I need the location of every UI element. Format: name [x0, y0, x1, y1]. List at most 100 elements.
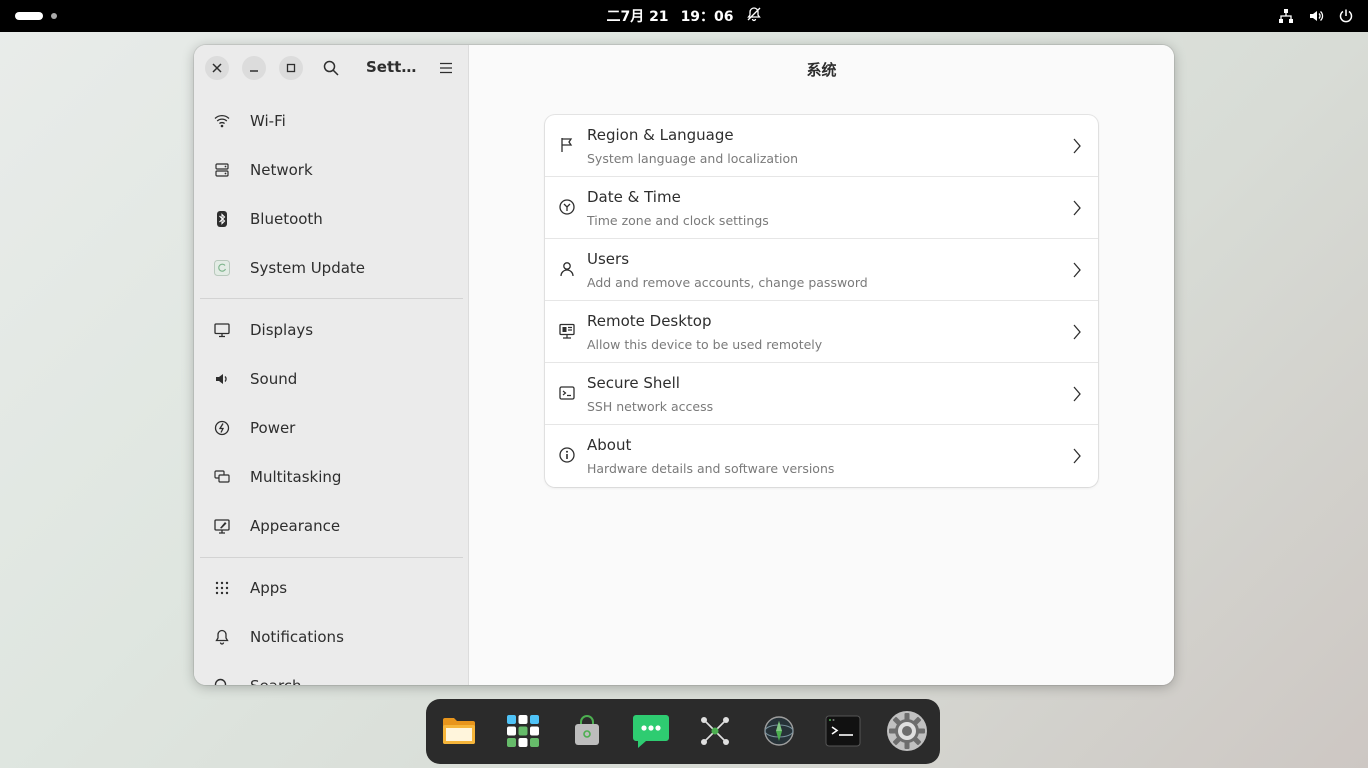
hamburger-menu-icon	[440, 62, 452, 74]
dock	[426, 699, 940, 764]
row-title: Date & Time	[587, 188, 681, 206]
bluetooth-icon	[210, 207, 234, 231]
system-tray[interactable]	[1278, 0, 1354, 32]
sidebar-item-wifi[interactable]: Wi-Fi	[202, 99, 462, 143]
flag-icon	[557, 135, 577, 155]
chevron-right-icon	[1073, 138, 1081, 154]
sidebar-item-label: Notifications	[250, 628, 344, 646]
search-button[interactable]	[320, 57, 342, 79]
volume-icon[interactable]	[1308, 8, 1324, 24]
network-graph-app-icon[interactable]	[691, 707, 739, 755]
close-icon	[212, 63, 222, 73]
row-title: Remote Desktop	[587, 312, 712, 330]
sidebar-item-label: Appearance	[250, 517, 341, 535]
sidebar-item-sound[interactable]: Sound	[202, 357, 462, 401]
maximize-button[interactable]	[279, 56, 303, 80]
sidebar-item-label: Search	[250, 677, 302, 685]
row-subtitle: SSH network access	[587, 399, 714, 414]
row-subtitle: Time zone and clock settings	[587, 213, 769, 228]
power-icon[interactable]	[1338, 8, 1354, 24]
settings-gear-icon[interactable]	[883, 707, 931, 755]
bell-icon	[210, 625, 234, 649]
sidebar-item-power[interactable]: Power	[202, 406, 462, 450]
sidebar-item-label: Apps	[250, 579, 288, 597]
row-title: Users	[587, 250, 630, 268]
minimize-icon	[250, 70, 258, 72]
clock[interactable]: 二7月 21 19：06	[0, 0, 1368, 32]
sidebar-item-bluetooth[interactable]: Bluetooth	[202, 197, 462, 241]
sidebar-item-notifications[interactable]: Notifications	[202, 615, 462, 659]
sidebar-item-label: Displays	[250, 321, 314, 339]
sidebar-separator	[200, 557, 463, 558]
row-subtitle: System language and localization	[587, 151, 799, 166]
app-grid-icon[interactable]	[499, 707, 547, 755]
search-icon	[210, 674, 234, 685]
search-icon	[323, 60, 339, 76]
workspace-dot	[51, 13, 57, 19]
speaker-icon	[210, 367, 234, 391]
chevron-right-icon	[1073, 200, 1081, 216]
display-icon	[210, 318, 234, 342]
chevron-right-icon	[1073, 386, 1081, 402]
sidebar-item-label: Sound	[250, 370, 298, 388]
sidebar-item-label: Network	[250, 161, 313, 179]
sidebar-item-appearance[interactable]: Appearance	[202, 504, 462, 548]
sidebar-item-label: Wi-Fi	[250, 112, 286, 130]
sidebar-item-displays[interactable]: Displays	[202, 308, 462, 352]
network-icon[interactable]	[1278, 8, 1294, 24]
clock-time: 19：06	[680, 9, 734, 25]
clock-date: 二7月 21	[606, 9, 669, 25]
sidebar-header: Sett…	[194, 45, 468, 91]
files-app-icon[interactable]	[435, 707, 483, 755]
sidebar-separator	[200, 298, 463, 299]
close-button[interactable]	[205, 56, 229, 80]
sidebar-item-label: Bluetooth	[250, 210, 323, 228]
settings-window: Sett… Wi-Fi Network Bluetooth System Upd…	[194, 45, 1174, 685]
maximize-icon	[286, 63, 296, 73]
activities-indicator[interactable]	[15, 12, 57, 20]
system-update-icon	[210, 256, 234, 280]
sidebar-item-label: System Update	[250, 259, 366, 277]
content-pane: 系统 Region & Language System language and…	[469, 45, 1174, 685]
remote-desktop-icon	[557, 321, 577, 341]
row-subtitle: Allow this device to be used remotely	[587, 337, 823, 352]
row-about[interactable]: About Hardware details and software vers…	[545, 425, 1098, 487]
row-subtitle: Hardware details and software versions	[587, 461, 835, 476]
row-remote-desktop[interactable]: Remote Desktop Allow this device to be u…	[545, 301, 1098, 363]
apps-grid-icon	[210, 576, 234, 600]
sidebar-item-search[interactable]: Search	[202, 664, 462, 685]
user-icon	[557, 259, 577, 279]
sidebar-item-label: Power	[250, 419, 296, 437]
sidebar-item-system-update[interactable]: System Update	[202, 246, 462, 290]
sidebar-item-multitasking[interactable]: Multitasking	[202, 455, 462, 499]
terminal-app-icon[interactable]	[819, 707, 867, 755]
chat-app-icon[interactable]	[627, 707, 675, 755]
minimize-button[interactable]	[242, 56, 266, 80]
software-store-icon[interactable]	[563, 707, 611, 755]
workspace-active-pill	[15, 12, 43, 20]
sidebar-title: Sett…	[366, 58, 417, 76]
sidebar-item-apps[interactable]: Apps	[202, 566, 462, 610]
chevron-right-icon	[1073, 262, 1081, 278]
row-title: Secure Shell	[587, 374, 680, 392]
top-bar: 二7月 21 19：06	[0, 0, 1368, 32]
main-menu-button[interactable]	[435, 57, 457, 79]
row-users[interactable]: Users Add and remove accounts, change pa…	[545, 239, 1098, 301]
appearance-icon	[210, 514, 234, 538]
row-secure-shell[interactable]: Secure Shell SSH network access	[545, 363, 1098, 425]
wifi-icon	[210, 109, 234, 133]
row-region-language[interactable]: Region & Language System language and lo…	[545, 115, 1098, 177]
row-date-time[interactable]: Date & Time Time zone and clock settings	[545, 177, 1098, 239]
system-settings-list: Region & Language System language and lo…	[545, 115, 1098, 487]
network-icon	[210, 158, 234, 182]
page-title: 系统	[806, 61, 837, 79]
browser-compass-icon[interactable]	[755, 707, 803, 755]
notifications-off-icon	[746, 6, 762, 26]
power-icon	[210, 416, 234, 440]
row-title: About	[587, 436, 632, 454]
row-title: Region & Language	[587, 126, 734, 144]
sidebar-item-network[interactable]: Network	[202, 148, 462, 192]
row-subtitle: Add and remove accounts, change password	[587, 275, 868, 290]
chevron-right-icon	[1073, 448, 1081, 464]
sidebar: Sett… Wi-Fi Network Bluetooth System Upd…	[194, 45, 469, 685]
